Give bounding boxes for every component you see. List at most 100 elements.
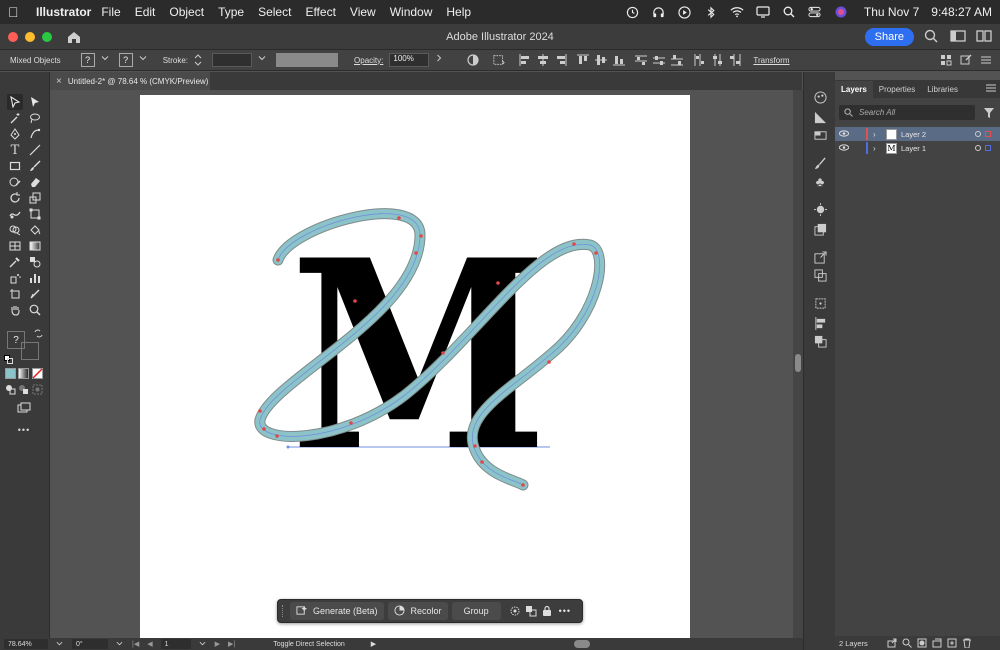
chevron-down-icon[interactable] [139, 54, 151, 66]
shaper-tool-icon[interactable] [7, 174, 23, 190]
menubar-time[interactable]: 9:48:27 AM [931, 5, 992, 19]
last-artboard-icon[interactable]: ▶| [228, 640, 235, 648]
generate-beta-button[interactable]: Generate (Beta) [290, 602, 384, 620]
layer-name[interactable]: Layer 2 [901, 130, 926, 139]
anchor-point[interactable] [276, 258, 280, 262]
color-mode-button[interactable] [5, 368, 16, 379]
horizontal-scrollbar[interactable] [574, 640, 591, 648]
line-segment-tool-icon[interactable] [27, 142, 43, 158]
chevron-right-icon[interactable] [435, 54, 447, 66]
arrange-icon[interactable] [525, 605, 537, 617]
make-clipping-mask-icon[interactable] [917, 638, 927, 648]
magic-wand-tool-icon[interactable] [7, 110, 23, 126]
headphones-icon[interactable] [652, 5, 666, 19]
stroke-swatch[interactable]: ? [118, 53, 133, 67]
minimize-window-button[interactable] [25, 31, 35, 42]
document-tab[interactable]: × Untitled-2* @ 78.64 % (CMYK/Preview) [50, 72, 210, 90]
first-artboard-icon[interactable]: |◀ [132, 640, 139, 648]
eyedropper-tool-icon[interactable] [7, 254, 23, 270]
gradient-tool-icon[interactable] [27, 238, 43, 254]
default-fill-stroke-icon[interactable] [3, 354, 13, 364]
close-tab-icon[interactable]: × [56, 76, 62, 87]
panel-menu-icon[interactable] [986, 84, 996, 94]
rotate-tool-icon[interactable] [7, 190, 23, 206]
eraser-tool-icon[interactable] [27, 174, 43, 190]
chevron-right-icon[interactable]: ▶ [371, 640, 376, 648]
slice-tool-icon[interactable] [27, 286, 43, 302]
screen-mode-icon[interactable] [16, 400, 32, 416]
anchor-point[interactable] [414, 251, 418, 255]
menu-edit[interactable]: Edit [135, 5, 156, 19]
play-icon[interactable] [678, 5, 692, 19]
gradient-panel-icon[interactable] [813, 110, 827, 124]
distribute-horizontal-center-icon[interactable] [711, 54, 723, 66]
graphic-styles-icon[interactable] [813, 222, 827, 236]
next-artboard-icon[interactable]: ▶ [215, 640, 220, 648]
menu-effect[interactable]: Effect [305, 5, 335, 19]
paintbrush-tool-icon[interactable] [27, 158, 43, 174]
artboard[interactable]: M [140, 95, 690, 638]
variable-width-profile[interactable] [276, 53, 339, 67]
opacity-label[interactable]: Opacity: [354, 56, 383, 65]
anchor-point[interactable] [262, 427, 266, 431]
direct-selection-tool-icon[interactable] [27, 94, 43, 110]
anchor-point[interactable] [397, 216, 401, 220]
draw-normal-icon[interactable] [5, 384, 16, 395]
tab-properties[interactable]: Properties [873, 81, 921, 98]
anchor-point[interactable] [441, 351, 445, 355]
history-icon[interactable] [626, 5, 640, 19]
lock-icon[interactable] [541, 605, 553, 617]
zoom-level-field[interactable]: 78.64% [4, 639, 48, 649]
rotation-field[interactable]: 0° [72, 639, 108, 649]
opacity-field[interactable]: 100% [389, 53, 430, 67]
symbols-panel-icon[interactable]: ♣ [813, 174, 827, 189]
menubar-date[interactable]: Thu Nov 7 [864, 5, 919, 19]
chevron-down-icon[interactable] [258, 54, 270, 66]
type-tool-icon[interactable]: T [7, 142, 23, 158]
selection-tool-icon[interactable] [7, 94, 23, 110]
display-icon[interactable] [756, 5, 770, 19]
layer-target-icon[interactable] [975, 145, 981, 151]
zoom-window-button[interactable] [42, 31, 52, 42]
current-tool-readout[interactable]: Toggle Direct Selection [273, 641, 345, 648]
locate-object-icon[interactable] [902, 638, 912, 648]
filter-icon[interactable] [983, 107, 995, 119]
siri-icon[interactable] [834, 5, 848, 19]
swap-fill-stroke-icon[interactable] [33, 328, 43, 338]
none-mode-button[interactable] [32, 368, 43, 379]
layer-row-layer-2[interactable]: › Layer 2 [835, 127, 1000, 141]
blend-tool-icon[interactable] [27, 254, 43, 270]
zoom-tool-icon[interactable] [27, 302, 43, 318]
tab-layers[interactable]: Layers [835, 81, 873, 98]
edit-toolbar-button[interactable]: ••• [16, 422, 32, 438]
pathfinder-panel-icon[interactable] [813, 334, 827, 348]
align-panel-icon[interactable] [813, 316, 827, 330]
menu-select[interactable]: Select [258, 5, 291, 19]
chevron-down-icon[interactable] [116, 640, 124, 649]
scale-tool-icon[interactable] [27, 190, 43, 206]
free-transform-tool-icon[interactable] [27, 206, 43, 222]
align-right-icon[interactable] [555, 54, 567, 66]
arrange-documents-icon[interactable] [976, 29, 992, 45]
control-center-icon[interactable] [808, 5, 822, 19]
menu-view[interactable]: View [350, 5, 376, 19]
anchor-point[interactable] [572, 242, 576, 246]
create-new-layer-icon[interactable] [947, 638, 957, 648]
align-left-icon[interactable] [519, 54, 531, 66]
transform-link[interactable]: Transform [753, 56, 789, 65]
menu-file[interactable]: File [101, 5, 120, 19]
recolor-button[interactable]: Recolor [387, 602, 448, 620]
visibility-eye-icon[interactable] [838, 143, 850, 153]
bluetooth-icon[interactable] [704, 5, 718, 19]
appearance-panel-icon[interactable] [813, 202, 827, 216]
draw-behind-icon[interactable] [18, 384, 29, 395]
pen-tool-icon[interactable] [7, 126, 23, 142]
lasso-tool-icon[interactable] [27, 110, 43, 126]
chevron-down-icon[interactable] [199, 640, 207, 649]
anchor-point[interactable] [521, 483, 525, 487]
hand-tool-icon[interactable] [7, 302, 23, 318]
export-panel-icon[interactable] [813, 250, 827, 264]
wifi-icon[interactable] [730, 5, 744, 19]
anchor-point[interactable] [594, 251, 598, 255]
layer-target-icon[interactable] [975, 131, 981, 137]
